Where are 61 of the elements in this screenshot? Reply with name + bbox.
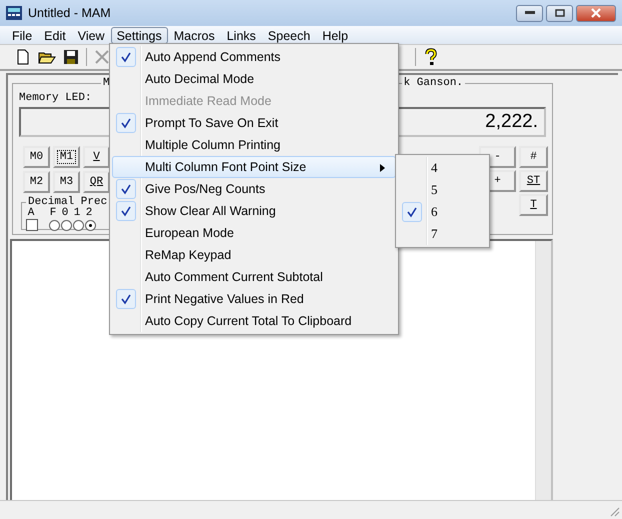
- maximize-button[interactable]: [546, 4, 573, 22]
- minimize-icon: [524, 11, 534, 15]
- menu-option[interactable]: Multi Column Font Point Size: [112, 156, 396, 178]
- scrollbar[interactable]: [535, 241, 551, 501]
- option-label: 1: [72, 207, 82, 219]
- option-label: F: [48, 207, 58, 219]
- app-icon: [6, 6, 22, 20]
- delete-icon[interactable]: [93, 48, 111, 66]
- menu-item[interactable]: Speech: [262, 26, 316, 44]
- keypad-key[interactable]: ST: [519, 170, 548, 192]
- check-icon: [116, 113, 136, 133]
- memory-key[interactable]: M0: [23, 146, 50, 168]
- menu-option[interactable]: Show Clear All Warning: [112, 200, 396, 222]
- option-label: A: [26, 207, 36, 219]
- menu-option[interactable]: Multiple Column Printing: [112, 134, 396, 156]
- menu-item[interactable]: Links: [220, 26, 262, 44]
- menu-item[interactable]: Settings: [110, 26, 168, 44]
- check-icon: [116, 289, 136, 309]
- menu-option[interactable]: European Mode: [112, 222, 396, 244]
- memory-key[interactable]: QR: [83, 171, 110, 193]
- radio-button[interactable]: [61, 220, 72, 230]
- memory-led-label: Memory LED:: [19, 92, 92, 104]
- check-icon: [116, 201, 136, 221]
- menu-option[interactable]: Prompt To Save On Exit: [112, 112, 396, 134]
- close-button[interactable]: [576, 4, 616, 22]
- check-icon: [116, 179, 136, 199]
- menu-option[interactable]: 7: [398, 223, 487, 245]
- memory-key[interactable]: M3: [53, 171, 80, 193]
- menu-item[interactable]: Edit: [38, 26, 72, 44]
- keypad-key[interactable]: T: [519, 194, 548, 216]
- menu-option[interactable]: 6: [398, 201, 487, 223]
- option-label: 0: [60, 207, 70, 219]
- memory-key[interactable]: M2: [23, 171, 50, 193]
- option-label: 2: [84, 207, 94, 219]
- menu-option[interactable]: Print Negative Values in Red: [112, 288, 396, 310]
- memory-key[interactable]: V: [83, 146, 110, 168]
- menu-item[interactable]: File: [6, 26, 38, 44]
- minimize-button[interactable]: [516, 4, 543, 22]
- menu-option[interactable]: ReMap Keypad: [112, 244, 396, 266]
- maximize-icon: [554, 9, 564, 17]
- menu-item[interactable]: Help: [316, 26, 354, 44]
- menu-option[interactable]: Give Pos/Neg Counts: [112, 178, 396, 200]
- memory-key[interactable]: M1: [53, 146, 80, 168]
- menu-item[interactable]: View: [72, 26, 111, 44]
- menu-option[interactable]: Auto Append Comments: [112, 46, 396, 68]
- window-title: Untitled - MAM: [28, 6, 111, 20]
- checkbox[interactable]: [26, 219, 38, 231]
- resize-grip-icon[interactable]: [610, 507, 620, 517]
- radio-button[interactable]: [85, 220, 96, 230]
- check-icon: [402, 202, 422, 222]
- menu-option[interactable]: Auto Copy Current Total To Clipboard: [112, 310, 396, 332]
- save-icon[interactable]: [62, 48, 80, 66]
- menu-item[interactable]: Macros: [168, 26, 221, 44]
- radio-button[interactable]: [73, 220, 84, 230]
- menu-option[interactable]: Auto Comment Current Subtotal: [112, 266, 396, 288]
- submenu-arrow-icon: [380, 164, 385, 172]
- close-icon: [590, 8, 602, 18]
- keypad-key[interactable]: #: [519, 146, 548, 168]
- check-icon: [116, 47, 136, 67]
- radio-button[interactable]: [49, 220, 60, 230]
- menu-option[interactable]: Auto Decimal Mode: [112, 68, 396, 90]
